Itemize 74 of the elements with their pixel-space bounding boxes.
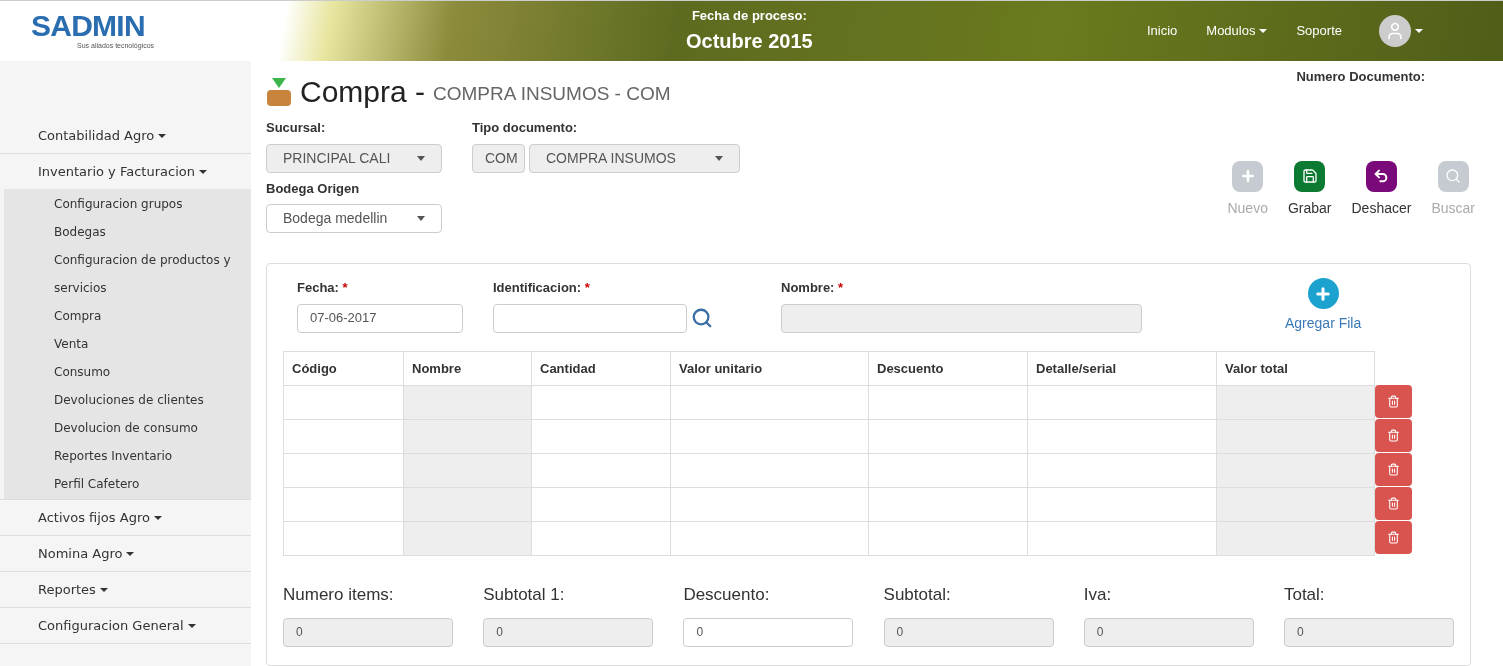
search-icon [1437,160,1469,192]
caret-icon [1415,29,1423,33]
logo: SADMIN [31,10,146,41]
page-subtitle: COMPRA INSUMOS - COM [433,82,671,107]
nav-link[interactable]: Soporte [1296,21,1342,41]
search-icon[interactable] [691,307,713,329]
sidebar-subitem[interactable]: Configuracion de productos y servicios [4,246,251,302]
caret-icon [126,551,135,556]
caret-icon [187,623,196,628]
sidebar-subitem[interactable]: Configuracion grupos [4,190,251,218]
sidebar-subitem[interactable]: Devoluciones de clientes [4,386,251,414]
caret-icon [417,155,425,161]
delete-button[interactable] [1375,453,1412,486]
field-label: Sucursal: [266,119,327,137]
sidebar-menu-item[interactable]: Configuracion General [0,608,251,643]
caret-icon [99,587,108,592]
total-label: Numero items: [283,584,395,606]
field-label: Identificacion: * [493,279,591,297]
document-number-label: Numero Documento: [1296,68,1425,86]
trash-icon [1387,497,1400,510]
delete-button[interactable] [1375,419,1412,452]
trash-icon [1387,429,1400,442]
delete-button[interactable] [1375,385,1412,418]
sidebar-subitem[interactable]: Venta [4,330,251,358]
sidebar-subitem[interactable]: Perfil Cafetero [4,470,251,498]
total-label: Subtotal 1: [483,584,566,606]
caret-icon [715,155,723,161]
caret-icon [417,216,425,221]
field-label: Bodega Origen [266,179,361,198]
nav-link[interactable]: Modulos [1206,21,1268,41]
sidebar-menu-item[interactable]: Activos fijos Agro [0,500,251,535]
user-menu[interactable] [1379,15,1423,47]
sidebar-subitem[interactable]: Devolucion de consumo [4,414,251,442]
total-label: Total: [1283,584,1326,606]
caret-icon [198,169,207,174]
total-label: Descuento: [683,584,771,606]
field-label: Tipo documento: [472,119,579,137]
sidebar-menu-item[interactable]: Reportes [0,572,251,607]
undo-button[interactable]: Deshacer [1351,160,1412,219]
sidebar-subitem[interactable]: Reportes Inventario [4,442,251,470]
avatar-icon [1379,15,1411,47]
undo-icon [1365,160,1397,192]
add-icon [1232,160,1264,192]
sidebar-subitem[interactable]: Consumo [4,358,251,386]
add-row-button[interactable]: Agregar Fila [1285,278,1362,334]
sidebar-menu-item[interactable]: Nomina Agro [0,536,251,571]
field-label: Fecha: * [297,279,349,297]
process-date-label: Fecha de proceso: [691,7,807,26]
delete-button[interactable] [1375,521,1412,554]
trash-icon [1387,531,1400,544]
plus-icon [1307,278,1339,309]
select-field[interactable]: Bodega medellin [266,204,442,233]
field-label: Nombre: * [781,279,845,297]
save-button[interactable]: Grabar [1287,160,1332,219]
sidebar-subitem[interactable]: Bodegas [4,218,251,246]
sidebar-menu-item[interactable]: Contabilidad Agro [0,118,251,153]
sidebar-menu-item[interactable]: Inventario y Facturacion [0,154,251,189]
inbox-download-icon [266,75,292,108]
delete-button[interactable] [1375,487,1412,520]
trash-icon [1387,395,1400,408]
nav-link[interactable]: Inicio [1146,21,1178,41]
total-field[interactable]: 0 [683,617,854,647]
total-label: Iva: [1083,584,1113,606]
caret-icon [153,515,162,520]
date-field[interactable]: 07-06-2017 [297,303,463,333]
page-title: Compra - [300,74,426,110]
total-label: Subtotal: [883,584,952,606]
sidebar-subitem[interactable]: Compra [4,302,251,330]
process-date: Octubre 2015 [686,28,813,54]
cell-input[interactable] [283,521,404,556]
save-icon [1294,160,1326,192]
trash-icon [1387,463,1400,476]
input-field[interactable] [493,303,687,333]
caret-icon [158,133,167,138]
